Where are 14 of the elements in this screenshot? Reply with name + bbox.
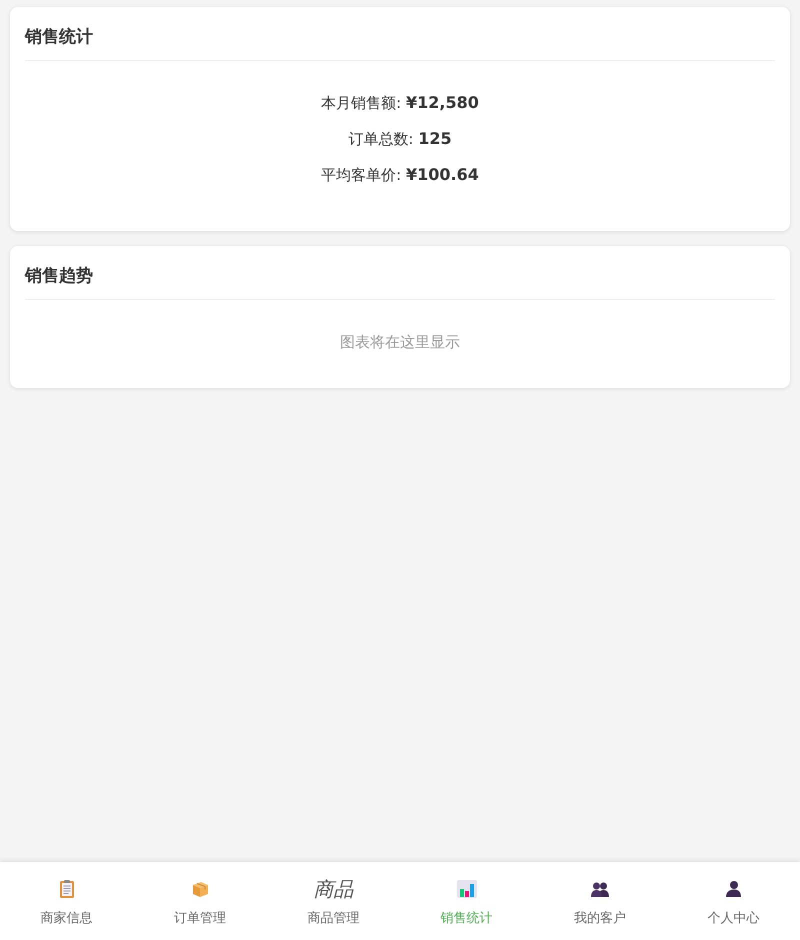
chart-placeholder-text: 图表将在这里显示 (340, 333, 460, 352)
nav-tab[interactable]: 商品 商品管理 (266, 862, 400, 940)
bar-chart-icon (456, 879, 478, 899)
stat-line: 平均客单价: ¥100.64 (321, 164, 479, 186)
nav-tab[interactable]: 个人中心 (666, 862, 800, 940)
card-title: 销售统计 (25, 26, 93, 49)
stat-line: 本月销售额: ¥12,580 (321, 92, 479, 114)
stat-line: 订单总数: 125 (348, 128, 452, 150)
nav-tab[interactable]: 商家信息 (0, 862, 134, 940)
icon-label: 商品 (313, 877, 354, 901)
nav-tab[interactable]: 我的客户 (533, 862, 667, 940)
card-title: 销售趋势 (25, 265, 93, 288)
person-icon (723, 879, 744, 899)
nav-tab[interactable]: 订单管理 (133, 862, 267, 940)
